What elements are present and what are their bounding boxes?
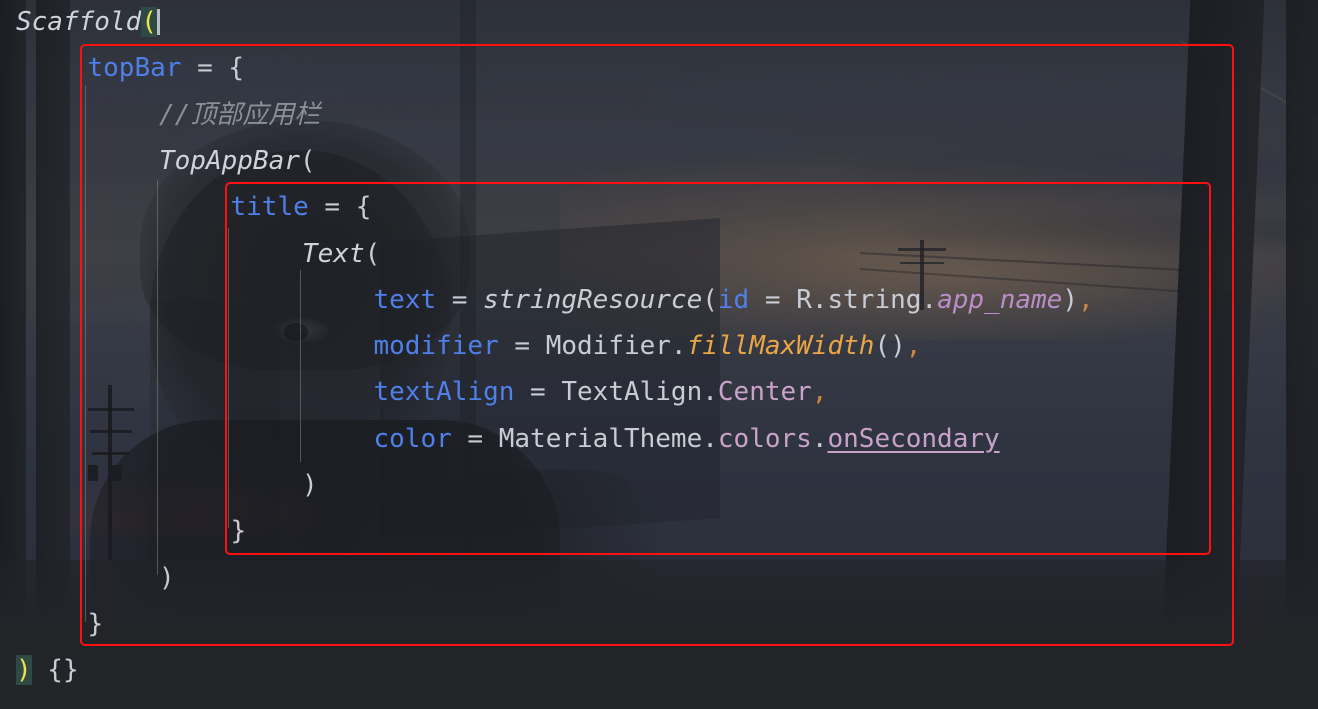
code-token: Text bbox=[302, 238, 365, 269]
code-line[interactable]: Text( bbox=[0, 238, 380, 270]
code-line[interactable]: ) bbox=[0, 469, 318, 501]
code-token: //顶部应用栏 bbox=[159, 99, 321, 130]
code-token: fillMaxWidth bbox=[686, 331, 875, 362]
code-token: = bbox=[436, 284, 484, 315]
code-token: Center bbox=[717, 377, 812, 408]
code-line[interactable]: color = MaterialTheme.colors.onSecondary bbox=[0, 423, 1000, 455]
code-token: id bbox=[717, 284, 750, 315]
code-token: colors bbox=[717, 423, 812, 454]
code-token: Modifier. bbox=[545, 331, 687, 362]
code-token: ) bbox=[16, 655, 32, 686]
code-token: ( bbox=[141, 7, 157, 37]
code-token: TopAppBar bbox=[159, 145, 300, 176]
code-line[interactable]: } bbox=[0, 515, 247, 547]
code-token: textAlign bbox=[373, 377, 515, 408]
code-token: () bbox=[874, 331, 906, 362]
code-line[interactable]: textAlign = TextAlign.Center, bbox=[0, 376, 828, 408]
code-token: } bbox=[230, 516, 247, 547]
code-token: ) bbox=[159, 562, 175, 593]
code-token: R.string. bbox=[796, 284, 938, 315]
code-line[interactable]: TopAppBar( bbox=[0, 145, 316, 177]
code-token: text bbox=[373, 284, 437, 315]
code-line[interactable]: } bbox=[0, 608, 104, 640]
code-token: ( bbox=[702, 284, 718, 315]
code-line[interactable]: //顶部应用栏 bbox=[0, 99, 320, 131]
code-token: ) bbox=[1062, 284, 1078, 315]
code-token: modifier bbox=[373, 331, 499, 362]
code-line[interactable]: modifier = Modifier.fillMaxWidth(), bbox=[0, 330, 922, 362]
code-token: = bbox=[749, 284, 797, 315]
code-token: . bbox=[811, 423, 828, 454]
editor-window: Scaffold(topBar = {//顶部应用栏 TopAppBar(titl… bbox=[0, 0, 1318, 709]
code-token: = bbox=[514, 377, 562, 408]
code-token: { bbox=[228, 53, 245, 84]
code-line[interactable]: title = { bbox=[0, 191, 372, 223]
code-line[interactable]: topBar = { bbox=[0, 52, 245, 84]
code-line[interactable]: ) bbox=[0, 562, 175, 594]
code-token: = bbox=[308, 192, 356, 223]
code-token: app_name bbox=[937, 284, 1063, 315]
code-line[interactable]: Scaffold( bbox=[0, 6, 160, 38]
code-token: , bbox=[811, 377, 828, 408]
code-line[interactable]: text = stringResource(id = R.string.app_… bbox=[0, 284, 1094, 316]
code-token: = bbox=[498, 331, 546, 362]
code-token: {} bbox=[31, 655, 79, 686]
code-token: , bbox=[905, 331, 922, 362]
code-token: color bbox=[373, 423, 452, 454]
code-token: topBar bbox=[87, 53, 182, 84]
code-token: TextAlign. bbox=[561, 377, 718, 408]
code-token: title bbox=[230, 192, 309, 223]
code-token: onSecondary bbox=[827, 423, 1000, 454]
code-token: ( bbox=[299, 145, 316, 176]
code-token: { bbox=[355, 192, 372, 223]
code-token: = bbox=[451, 423, 499, 454]
code-line[interactable]: ) {} bbox=[0, 654, 79, 686]
code-token: } bbox=[87, 608, 104, 639]
code-token: Scaffold bbox=[16, 7, 142, 37]
text-caret bbox=[156, 9, 160, 35]
code-token: ) bbox=[302, 470, 318, 500]
code-token: stringResource bbox=[483, 284, 703, 315]
code-text-area[interactable]: Scaffold(topBar = {//顶部应用栏 TopAppBar(titl… bbox=[0, 0, 1318, 709]
code-token: ( bbox=[364, 238, 381, 269]
code-token: MaterialTheme. bbox=[498, 423, 718, 454]
code-token: = bbox=[181, 53, 229, 84]
code-token: , bbox=[1077, 284, 1094, 315]
